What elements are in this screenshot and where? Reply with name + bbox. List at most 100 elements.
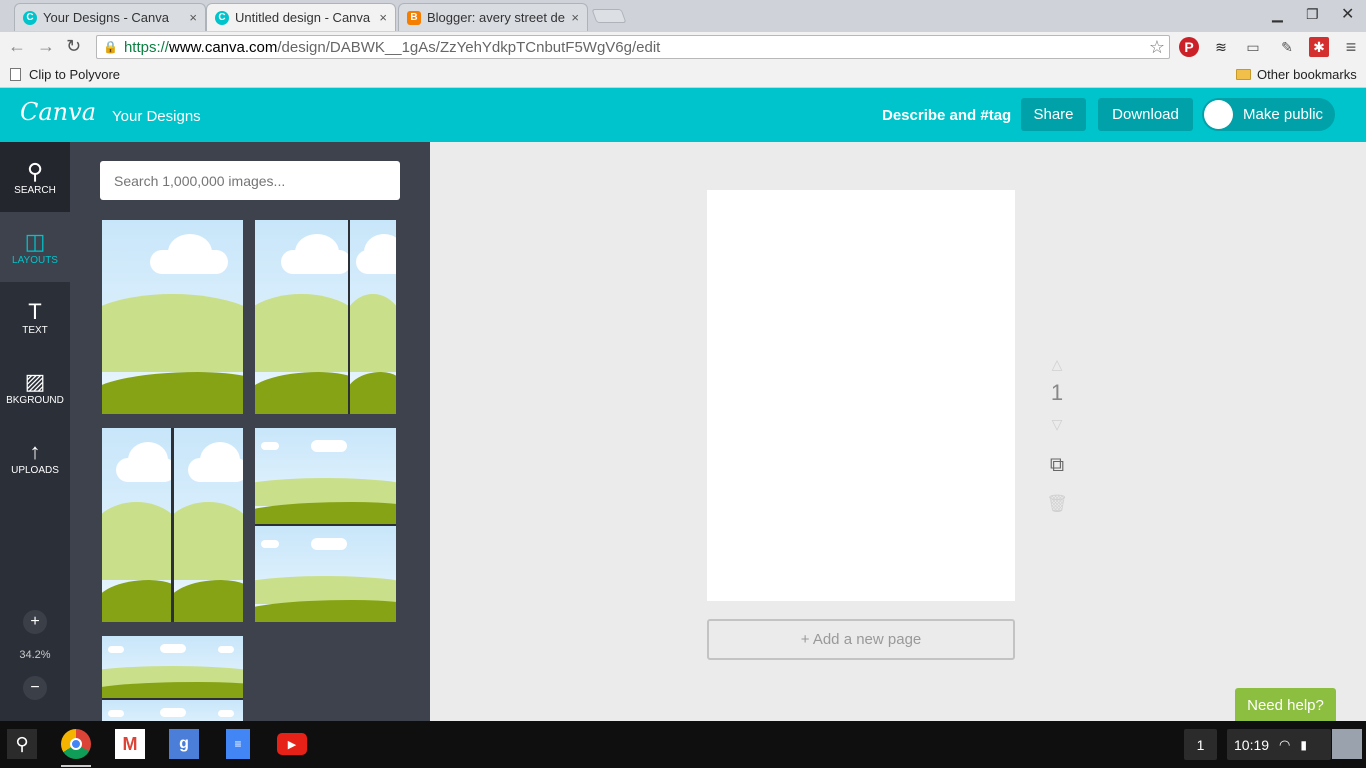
layout-cell: [255, 526, 396, 622]
layout-cell: [255, 220, 348, 414]
hill-shape: [174, 580, 243, 622]
your-designs-link[interactable]: Your Designs: [112, 108, 201, 125]
close-icon[interactable]: ×: [379, 10, 387, 25]
design-page[interactable]: [707, 190, 1015, 601]
status-tray[interactable]: 10:19 ◠ ▮: [1227, 729, 1331, 760]
background-icon: ▨: [24, 368, 46, 394]
layout-thumbnail[interactable]: [255, 428, 396, 622]
cloud-shape: [311, 538, 347, 550]
layout-thumbnail[interactable]: [102, 428, 243, 622]
address-bar[interactable]: 🔒 https://www.canva.com/design/DABWK__1g…: [96, 35, 1170, 59]
text-icon: T: [28, 298, 42, 324]
hill-shape: [350, 372, 396, 414]
new-tab-button[interactable]: [591, 9, 627, 23]
maximize-icon[interactable]: ❐: [1306, 6, 1319, 23]
forward-icon[interactable]: →: [37, 36, 55, 57]
zoom-in-button[interactable]: +: [23, 610, 47, 634]
rail-label: TEXT: [22, 324, 48, 336]
move-page-down-icon[interactable]: ▽: [1045, 416, 1069, 433]
rail-item-search[interactable]: ⚲ SEARCH: [0, 142, 70, 212]
chrome-icon[interactable]: [61, 729, 91, 759]
hill-shape: [174, 502, 243, 580]
reload-icon[interactable]: ↻: [66, 36, 81, 57]
bookmarks-bar: Clip to Polyvore Other bookmarks: [0, 62, 1366, 88]
describe-and-tag-link[interactable]: Describe and #tag: [882, 107, 1011, 124]
folder-icon: [1236, 69, 1251, 80]
launcher-search-icon[interactable]: ⚲: [7, 729, 37, 759]
zoom-level: 34.2%: [19, 649, 51, 661]
hill-shape: [255, 600, 396, 622]
lastpass-icon[interactable]: ✱: [1309, 37, 1329, 57]
notification-count[interactable]: 1: [1184, 729, 1217, 760]
canva-favicon-icon: C: [23, 10, 37, 25]
zoom-out-button[interactable]: −: [23, 676, 47, 700]
battery-icon: ▮: [1300, 737, 1307, 752]
youtube-icon[interactable]: ▶: [277, 733, 307, 755]
close-icon[interactable]: ×: [189, 10, 197, 25]
rail-item-uploads[interactable]: ↑ UPLOADS: [0, 422, 70, 492]
canva-logo[interactable]: Canva: [20, 98, 96, 126]
side-rail: ⚲ SEARCH ◫ LAYOUTS T TEXT ▨ BKGROUND ↑ U…: [0, 142, 70, 721]
tab-your-designs[interactable]: C Your Designs - Canva ×: [14, 3, 206, 31]
hill-shape: [102, 502, 171, 580]
close-icon[interactable]: ×: [571, 10, 579, 25]
move-page-up-icon[interactable]: △: [1045, 356, 1069, 373]
layout-cell: [102, 220, 243, 414]
buffer-icon[interactable]: ≋: [1211, 37, 1231, 57]
hill-shape: [102, 580, 171, 622]
cast-icon[interactable]: ▭: [1243, 37, 1263, 57]
bookmark-label: Clip to Polyvore: [29, 67, 121, 82]
bookmark-label: Other bookmarks: [1257, 67, 1357, 82]
bookmark-star-icon[interactable]: ☆: [1149, 37, 1165, 58]
google-search-icon[interactable]: g: [169, 729, 199, 759]
pinterest-icon[interactable]: P: [1179, 37, 1199, 57]
minimize-icon[interactable]: ▁: [1272, 6, 1283, 23]
tab-title: Blogger: avery street des: [427, 10, 566, 25]
hill-shape: [350, 294, 396, 372]
cloud-shape: [261, 442, 279, 450]
back-icon[interactable]: ←: [8, 36, 26, 57]
delete-page-icon[interactable]: 🗑: [1045, 494, 1069, 514]
hill-shape: [255, 294, 348, 372]
window-close-icon[interactable]: ✕: [1341, 4, 1354, 24]
layout-thumbnail[interactable]: [255, 220, 396, 414]
tab-untitled-design[interactable]: C Untitled design - Canva ×: [206, 3, 396, 31]
cloud-shape: [261, 540, 279, 548]
rail-label: LAYOUTS: [12, 254, 58, 266]
image-search-input[interactable]: [100, 161, 400, 200]
share-button[interactable]: Share: [1021, 98, 1086, 131]
clock: 10:19: [1234, 736, 1270, 753]
cloud-shape: [168, 234, 212, 270]
rail-item-background[interactable]: ▨ BKGROUND: [0, 352, 70, 422]
cloud-shape: [200, 442, 240, 478]
eyedropper-icon[interactable]: ✎: [1277, 37, 1297, 57]
layout-thumbnail[interactable]: [102, 220, 243, 414]
bookmark-other-bookmarks[interactable]: Other bookmarks: [1236, 67, 1357, 82]
hill-shape: [102, 294, 243, 372]
add-page-button[interactable]: + Add a new page: [707, 619, 1015, 660]
layout-thumbnail[interactable]: [102, 636, 243, 721]
lock-icon: 🔒: [103, 40, 118, 54]
cloud-shape: [160, 708, 186, 717]
layout-cell: [255, 428, 396, 524]
need-help-button[interactable]: Need help?: [1235, 688, 1336, 722]
cloud-shape: [108, 710, 124, 717]
tab-title: Untitled design - Canva: [235, 10, 371, 25]
gmail-icon[interactable]: M: [115, 729, 145, 759]
avatar[interactable]: [1332, 729, 1362, 759]
make-public-toggle[interactable]: Make public: [1202, 98, 1335, 131]
canva-favicon-icon: C: [215, 10, 229, 25]
bookmark-clip-to-polyvore[interactable]: Clip to Polyvore: [10, 67, 120, 82]
rail-item-layouts[interactable]: ◫ LAYOUTS: [0, 212, 70, 282]
duplicate-page-icon[interactable]: ⧉: [1045, 454, 1069, 477]
running-indicator: [61, 765, 91, 767]
rail-label: BKGROUND: [6, 394, 64, 406]
cloud-shape: [218, 646, 234, 653]
chrome-menu-icon[interactable]: ≡: [1341, 37, 1361, 57]
download-button[interactable]: Download: [1098, 98, 1193, 131]
rail-item-text[interactable]: T TEXT: [0, 282, 70, 352]
cloud-shape: [364, 234, 396, 270]
layout-cell: [102, 428, 171, 622]
docs-icon[interactable]: ≡: [226, 729, 250, 759]
tab-blogger[interactable]: B Blogger: avery street des ×: [398, 3, 588, 31]
